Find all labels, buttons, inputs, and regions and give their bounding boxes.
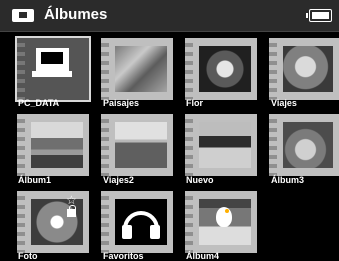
film-strip [185,114,193,176]
albums-icon [12,9,34,22]
film-strip [17,191,25,253]
album-tile-album3[interactable] [269,114,339,176]
battery-icon [306,9,332,22]
album-label-album1: Álbum1 [18,175,52,185]
album-label-paisajes: Paisajes [103,98,140,108]
album-thumbnail [199,122,251,168]
battery-fill [312,12,329,19]
film-strip [101,38,109,100]
album-tile-viajes[interactable] [269,38,339,100]
album-label-nuevo: Nuevo [186,175,214,185]
album-label-pc-data: PC_DATA [18,98,60,108]
film-strip [101,114,109,176]
album-label-flor: Flor [186,98,203,108]
album-thumbnail [115,122,167,168]
album-thumbnail [283,122,333,168]
album-tile-favoritos[interactable] [101,191,173,253]
album-thumbnail [199,199,251,245]
page-title: Álbumes [44,6,108,23]
album-thumbnail [199,46,251,92]
album-thumbnail [283,46,333,92]
album-tile-album1[interactable] [17,114,89,176]
album-label-foto: Foto [18,251,38,261]
pc-base [32,71,72,77]
headphones-icon [122,211,160,239]
album-tile-paisajes[interactable] [101,38,173,100]
album-label-album3: Álbum3 [271,175,305,185]
top-bar: Álbumes [0,0,339,32]
film-strip [185,191,193,253]
album-tile-album4[interactable] [185,191,257,253]
album-label-viajes2: Viajes2 [103,175,134,185]
film-strip [269,38,277,100]
album-tile-flor[interactable] [185,38,257,100]
album-thumbnail [115,199,167,245]
album-tile-pc-data[interactable] [15,36,91,102]
lock-icon [67,205,76,217]
album-tile-foto[interactable]: ☆ [17,191,89,253]
album-label-favoritos: Favoritos [103,251,144,261]
album-thumbnail [115,46,167,92]
film-strip [17,38,25,100]
album-thumbnail [31,122,83,168]
pc-icon [36,48,69,71]
film-strip [185,38,193,100]
album-tile-viajes2[interactable] [101,114,173,176]
film-strip [17,114,25,176]
film-strip [269,114,277,176]
album-label-viajes: Viajes [271,98,297,108]
film-strip [101,191,109,253]
album-label-album4: Álbum4 [186,251,220,261]
album-tile-nuevo[interactable] [185,114,257,176]
